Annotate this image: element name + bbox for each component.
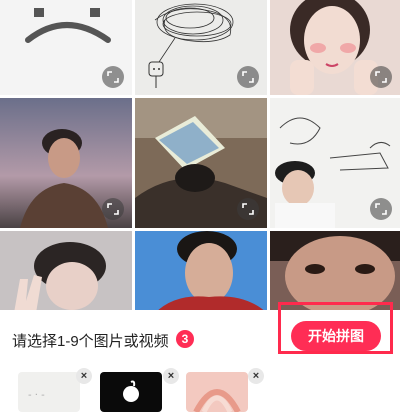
expand-icon[interactable] (102, 198, 124, 220)
expand-icon[interactable] (370, 198, 392, 220)
expand-icon[interactable] (102, 66, 124, 88)
grid-item-man-book-on-face-photo[interactable] (135, 98, 267, 228)
selection-panel: 请选择1-9个图片或视频 3 开始拼图 - · - × × × (0, 302, 400, 412)
grid-item-man-blue-sky-photo[interactable] (135, 231, 267, 313)
man-blue-sky-image (155, 231, 267, 313)
grid-item-girl-hands-on-face-photo[interactable] (270, 0, 400, 95)
media-grid (0, 0, 400, 313)
remove-thumb-1-button[interactable]: × (76, 368, 92, 384)
grid-item-sad-face-drawing[interactable] (0, 0, 132, 95)
grid-item-sketch-line-art-photo[interactable] (270, 98, 400, 228)
start-collage-button[interactable]: 开始拼图 (291, 321, 381, 351)
svg-text:- · -: - · - (28, 390, 45, 401)
peace-sign-image (14, 242, 106, 313)
expand-icon[interactable] (237, 198, 259, 220)
expand-icon[interactable] (370, 66, 392, 88)
remove-thumb-3-button[interactable]: × (248, 368, 264, 384)
selection-prompt: 请选择1-9个图片或视频 (12, 333, 169, 350)
grid-item-man-sunset-photo[interactable] (0, 98, 132, 228)
selected-thumb-2[interactable] (100, 372, 162, 412)
grid-item-closeup-eyes-photo[interactable] (270, 231, 400, 313)
grid-item-peace-sign-photo[interactable] (0, 231, 132, 313)
expand-icon[interactable] (237, 66, 259, 88)
selected-thumb-3[interactable] (186, 372, 248, 412)
selected-thumb-1[interactable]: - · - (18, 372, 80, 412)
grid-item-scribble-balloon-sketch[interactable] (135, 0, 267, 95)
closeup-eyes-image (270, 231, 400, 313)
selected-count-badge: 3 (176, 330, 194, 348)
remove-thumb-2-button[interactable]: × (163, 368, 179, 384)
